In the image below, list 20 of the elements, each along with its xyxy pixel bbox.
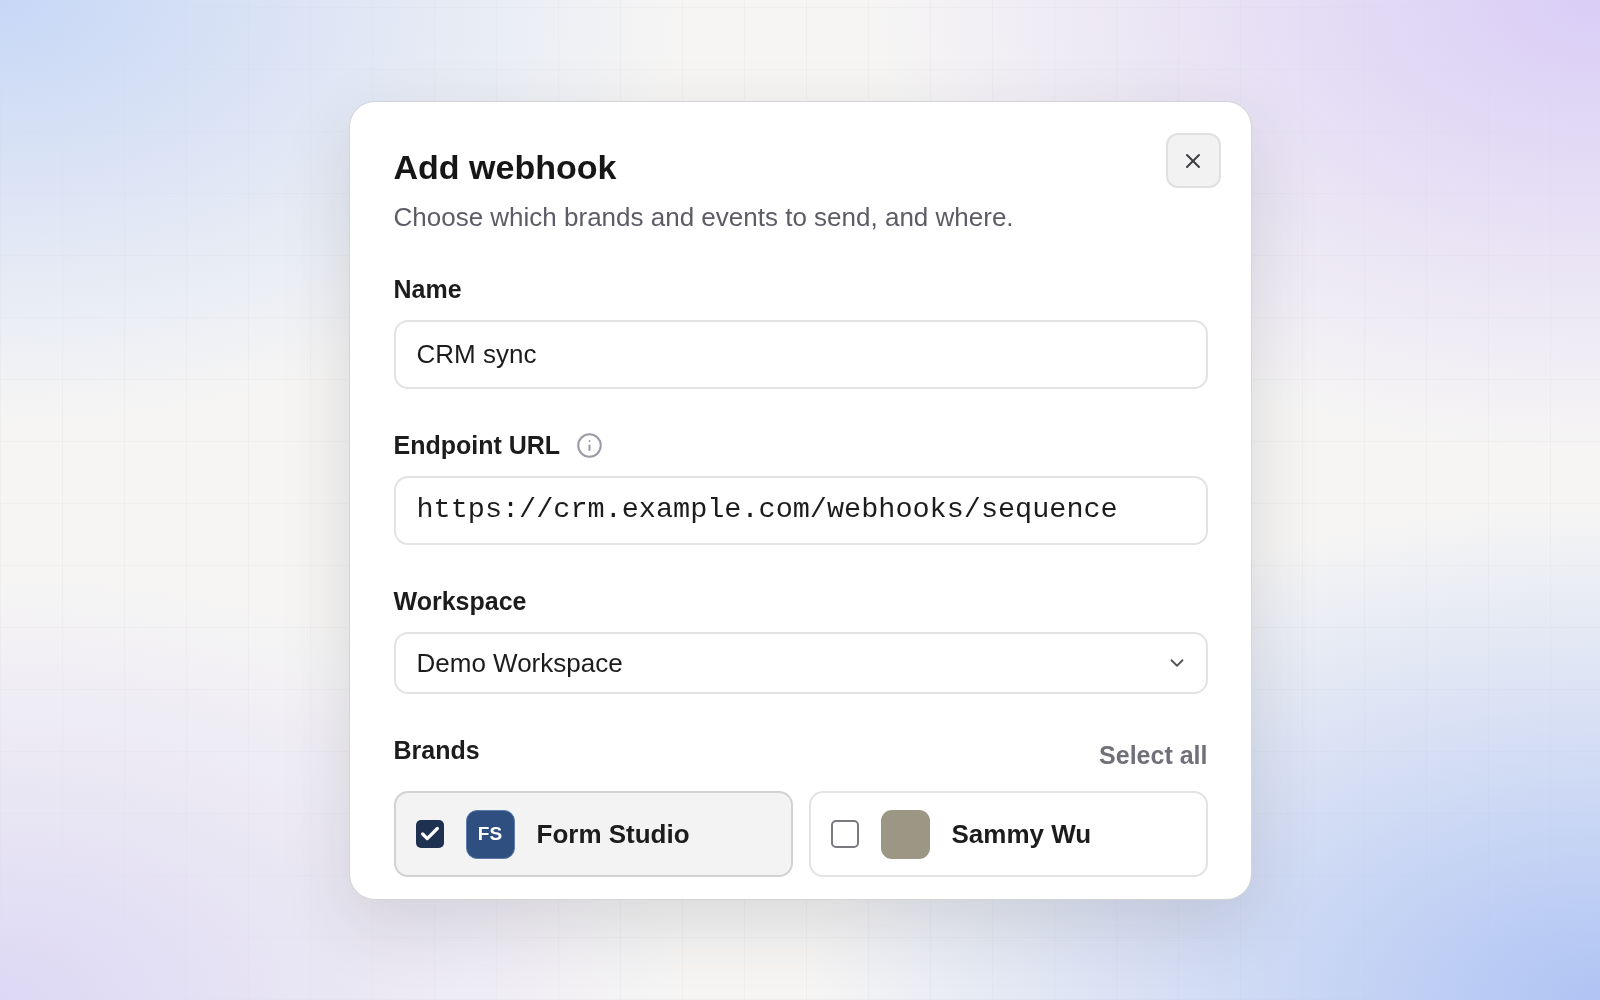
- select-all-link[interactable]: Select all: [1099, 740, 1208, 770]
- checkbox[interactable]: [830, 820, 859, 848]
- brand-option[interactable]: FS Form Studio: [393, 791, 793, 877]
- close-button[interactable]: [1165, 133, 1221, 188]
- section-label: Brands: [393, 735, 480, 766]
- dialog-subtitle: Choose which brands and events to send, and where.: [393, 201, 1014, 233]
- initials-avatar: FS: [465, 809, 515, 859]
- info-icon[interactable]: [576, 431, 604, 459]
- brand-option[interactable]: Sammy Wu: [808, 791, 1208, 877]
- field-label: Endpoint URL: [393, 430, 561, 461]
- photo-placeholder: [880, 809, 930, 859]
- text-field[interactable]: CRM sync: [393, 320, 1208, 389]
- select-field[interactable]: Demo Workspace: [393, 632, 1208, 694]
- dialog-title: Add webhook: [393, 147, 618, 188]
- brand-name: Sammy Wu: [951, 817, 1092, 851]
- brand-name: Form Studio: [536, 817, 690, 851]
- field-label: Name: [393, 274, 462, 305]
- field-label: Workspace: [393, 586, 527, 617]
- checkbox[interactable]: [415, 820, 444, 848]
- url-field[interactable]: https://crm.example.com/webhooks/sequence: [393, 476, 1208, 545]
